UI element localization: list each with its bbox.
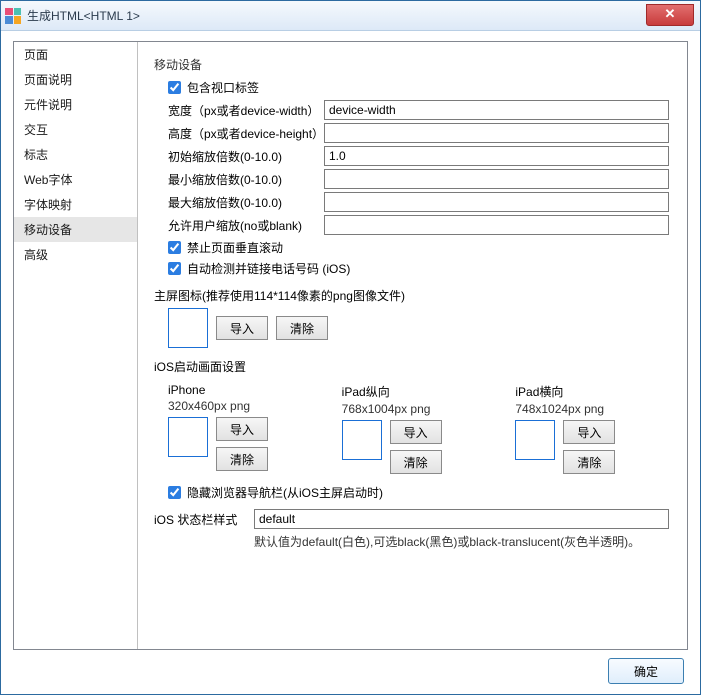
include-viewport-checkbox[interactable] <box>168 81 181 94</box>
disable-vscroll-checkbox[interactable] <box>168 241 181 254</box>
include-viewport-label: 包含视口标签 <box>187 79 259 96</box>
home-icon-preview <box>168 308 208 348</box>
sidebar-item-webfonts[interactable]: Web字体 <box>14 167 137 192</box>
splash-ipadp-import-button[interactable]: 导入 <box>390 420 442 444</box>
splash-col-ipad-landscape: iPad横向 748x1024px png 导入 清除 <box>515 381 669 474</box>
home-icon-clear-button[interactable]: 清除 <box>276 316 328 340</box>
content-panel: 移动设备 包含视口标签 宽度（px或者device-width） 高度（px或者… <box>138 42 687 649</box>
max-scale-label: 最大缩放倍数(0-10.0) <box>154 194 324 211</box>
user-scalable-input[interactable] <box>324 215 669 235</box>
app-icon <box>5 8 21 24</box>
height-input[interactable] <box>324 123 669 143</box>
splash-iphone-import-button[interactable]: 导入 <box>216 417 268 441</box>
splash-ipadp-spec: 768x1004px png <box>342 402 496 416</box>
max-scale-input[interactable] <box>324 192 669 212</box>
splash-col-iphone: iPhone 320x460px png 导入 清除 <box>168 381 322 474</box>
splash-section-label: iOS启动画面设置 <box>154 358 669 375</box>
splash-ipadl-preview <box>515 420 555 460</box>
splash-ipadp-preview <box>342 420 382 460</box>
close-button[interactable]: ✕ <box>646 4 694 26</box>
statusbar-label: iOS 状态栏样式 <box>154 509 254 528</box>
splash-iphone-spec: 320x460px png <box>168 399 322 413</box>
sidebar-item-page[interactable]: 页面 <box>14 42 137 67</box>
statusbar-input[interactable] <box>254 509 669 529</box>
min-scale-input[interactable] <box>324 169 669 189</box>
auto-tel-label: 自动检测并链接电话号码 (iOS) <box>187 260 350 277</box>
splash-ipadp-name: iPad纵向 <box>342 383 496 400</box>
home-icon-import-button[interactable]: 导入 <box>216 316 268 340</box>
sidebar-item-mobile[interactable]: 移动设备 <box>14 217 137 242</box>
hide-nav-checkbox[interactable] <box>168 486 181 499</box>
auto-tel-checkbox[interactable] <box>168 262 181 275</box>
hide-nav-label: 隐藏浏览器导航栏(从iOS主屏启动时) <box>187 484 383 501</box>
splash-ipadl-import-button[interactable]: 导入 <box>563 420 615 444</box>
dialog-body: 页面 页面说明 元件说明 交互 标志 Web字体 字体映射 移动设备 高级 移动… <box>1 31 700 694</box>
home-icon-section-label: 主屏图标(推荐使用114*114像素的png图像文件) <box>154 287 669 304</box>
splash-ipadl-spec: 748x1024px png <box>515 402 669 416</box>
group-title: 移动设备 <box>154 56 669 73</box>
split-pane: 页面 页面说明 元件说明 交互 标志 Web字体 字体映射 移动设备 高级 移动… <box>13 41 688 650</box>
width-label: 宽度（px或者device-width） <box>154 102 324 119</box>
initial-scale-input[interactable] <box>324 146 669 166</box>
splash-iphone-preview <box>168 417 208 457</box>
user-scalable-label: 允许用户缩放(no或blank) <box>154 217 324 234</box>
sidebar-item-interactions[interactable]: 交互 <box>14 117 137 142</box>
disable-vscroll-label: 禁止页面垂直滚动 <box>187 239 283 256</box>
group-mobile: 移动设备 包含视口标签 宽度（px或者device-width） 高度（px或者… <box>148 48 675 557</box>
dialog-footer: 确定 <box>13 650 688 686</box>
window-title: 生成HTML<HTML 1> <box>27 7 140 24</box>
sidebar-item-font-mapping[interactable]: 字体映射 <box>14 192 137 217</box>
sidebar-item-logo[interactable]: 标志 <box>14 142 137 167</box>
splash-iphone-clear-button[interactable]: 清除 <box>216 447 268 471</box>
splash-ipadl-clear-button[interactable]: 清除 <box>563 450 615 474</box>
dialog-window: 生成HTML<HTML 1> ✕ 页面 页面说明 元件说明 交互 标志 Web字… <box>0 0 701 695</box>
sidebar-item-advanced[interactable]: 高级 <box>14 242 137 267</box>
height-label: 高度（px或者device-height） <box>154 125 324 142</box>
initial-scale-label: 初始缩放倍数(0-10.0) <box>154 148 324 165</box>
width-input[interactable] <box>324 100 669 120</box>
titlebar: 生成HTML<HTML 1> ✕ <box>1 1 700 31</box>
statusbar-hint: 默认值为default(白色),可选black(黑色)或black-transl… <box>254 533 669 551</box>
sidebar-item-widget-notes[interactable]: 元件说明 <box>14 92 137 117</box>
splash-ipadl-name: iPad横向 <box>515 383 669 400</box>
ok-button[interactable]: 确定 <box>608 658 684 684</box>
splash-col-ipad-portrait: iPad纵向 768x1004px png 导入 清除 <box>342 381 496 474</box>
splash-iphone-name: iPhone <box>168 383 322 397</box>
min-scale-label: 最小缩放倍数(0-10.0) <box>154 171 324 188</box>
sidebar-item-page-notes[interactable]: 页面说明 <box>14 67 137 92</box>
splash-ipadp-clear-button[interactable]: 清除 <box>390 450 442 474</box>
sidebar: 页面 页面说明 元件说明 交互 标志 Web字体 字体映射 移动设备 高级 <box>14 42 138 649</box>
